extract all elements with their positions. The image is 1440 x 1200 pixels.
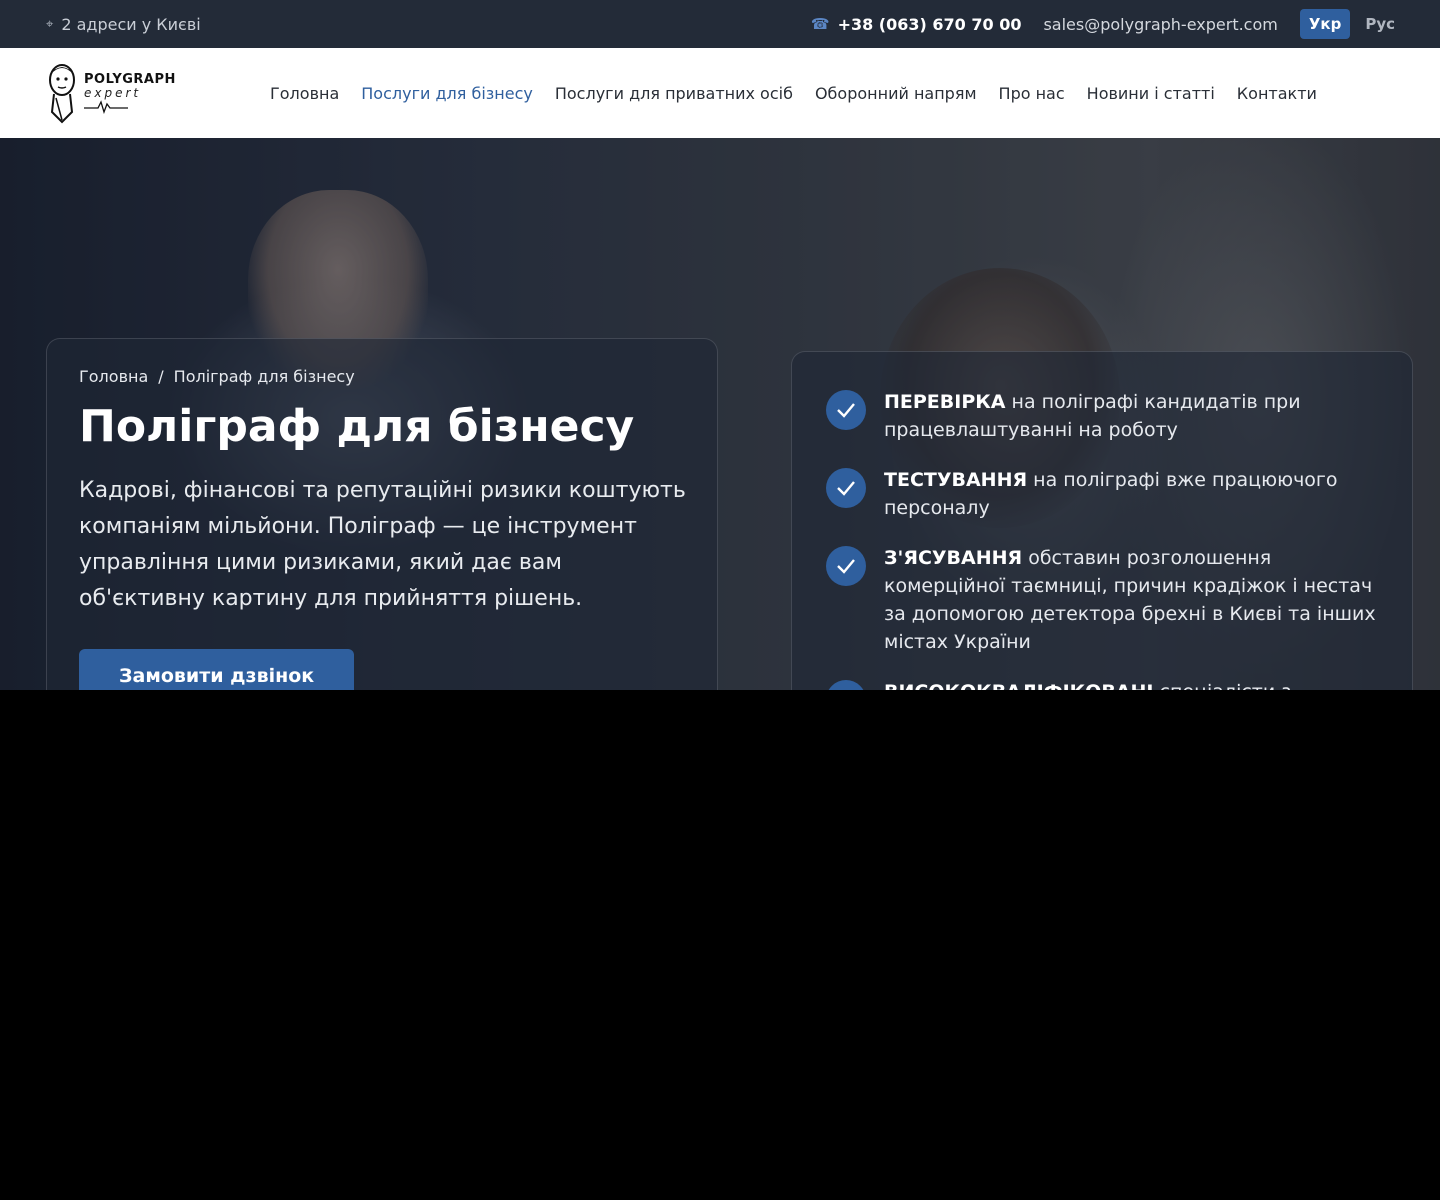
main-nav: Головна Послуги для бізнесу Послуги для … <box>270 84 1317 103</box>
logo-face-icon <box>49 64 75 124</box>
breadcrumb-home-link[interactable]: Головна <box>79 367 148 386</box>
check-icon <box>826 680 866 690</box>
feature-item: ПЕРЕВІРКА на поліграфі кандидатів при пр… <box>826 388 1378 444</box>
feature-item: ТЕСТУВАННЯ на поліграфі вже працюючого п… <box>826 466 1378 522</box>
hero-intro-card: Головна / Поліграф для бізнесу Поліграф … <box>46 338 718 690</box>
feature-item: З'ЯСУВАННЯ обставин розголошення комерці… <box>826 544 1378 656</box>
check-icon <box>826 390 866 430</box>
features-card: ПЕРЕВІРКА на поліграфі кандидатів при пр… <box>791 351 1413 690</box>
feature-text: ВИСОКОКВАЛІФІКОВАНІ спеціалісти з <box>884 678 1291 690</box>
nav-item-business[interactable]: Послуги для бізнесу <box>361 84 533 103</box>
logo-brand: POLYGRAPH <box>84 71 176 87</box>
site-logo[interactable]: POLYGRAPH expert <box>46 62 270 124</box>
email-link[interactable]: sales@polygraph-expert.com <box>1043 15 1277 34</box>
phone-number: +38 (063) 670 70 00 <box>837 14 1022 34</box>
hero-lead-text: Кадрові, фінансові та репутаційні ризики… <box>79 477 686 611</box>
hero-section: Головна / Поліграф для бізнесу Поліграф … <box>0 138 1440 690</box>
site-header: POLYGRAPH expert Головна Послуги для біз… <box>0 48 1440 138</box>
nav-item-home[interactable]: Головна <box>270 84 339 103</box>
nav-item-about[interactable]: Про нас <box>999 84 1065 103</box>
feature-text: ПЕРЕВІРКА на поліграфі кандидатів при пр… <box>884 391 1301 441</box>
breadcrumb-current: Поліграф для бізнесу <box>173 367 355 386</box>
feature-item: ВИСОКОКВАЛІФІКОВАНІ спеціалісти з <box>826 678 1378 690</box>
location-icon: ⌖ <box>46 16 54 32</box>
phone-link[interactable]: ☎ +38 (063) 670 70 00 <box>811 15 1022 34</box>
feature-text: ТЕСТУВАННЯ на поліграфі вже працюючого п… <box>884 469 1338 519</box>
language-switcher: Укр Рус <box>1299 9 1404 39</box>
feature-text: З'ЯСУВАННЯ обставин розголошення комерці… <box>884 547 1376 653</box>
nav-item-news[interactable]: Новини і статті <box>1087 84 1215 103</box>
pulse-wave-icon <box>84 99 128 114</box>
phone-icon: ☎ <box>810 15 830 33</box>
logo-sub: expert <box>84 85 142 100</box>
nav-item-private[interactable]: Послуги для приватних осіб <box>555 84 793 103</box>
breadcrumb: Головна / Поліграф для бізнесу <box>79 367 685 386</box>
lang-rus-button[interactable]: Рус <box>1356 9 1404 39</box>
nav-item-defense[interactable]: Оборонний напрям <box>815 84 977 103</box>
address-text: 2 адреси у Києві <box>61 14 201 34</box>
nav-item-contacts[interactable]: Контакти <box>1237 84 1317 103</box>
top-bar: ⌖ 2 адреси у Києві ☎ +38 (063) 670 70 00… <box>0 0 1440 48</box>
lang-ukr-button[interactable]: Укр <box>1299 9 1351 39</box>
logo-text: POLYGRAPH expert <box>84 73 176 114</box>
address-link[interactable]: ⌖ 2 адреси у Києві <box>46 15 201 34</box>
page-title: Поліграф для бізнесу <box>79 401 635 452</box>
breadcrumb-separator: / <box>158 367 164 386</box>
order-call-button[interactable]: Замовити дзвінок <box>79 648 355 690</box>
check-icon <box>826 468 866 508</box>
check-icon <box>826 546 866 586</box>
